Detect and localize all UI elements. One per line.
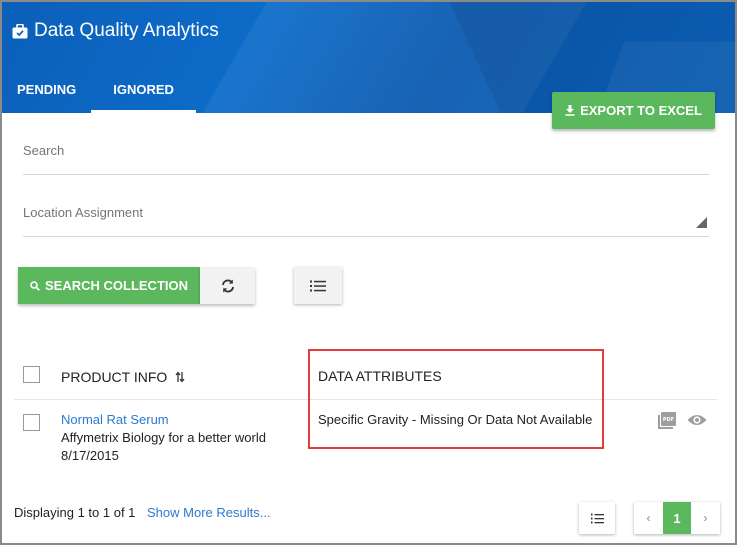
briefcase-icon [12, 23, 28, 39]
numbered-list-icon [590, 513, 604, 523]
product-name-link[interactable]: Normal Rat Serum [61, 412, 169, 427]
search-collection-label: SEARCH COLLECTION [45, 278, 188, 293]
refresh-button[interactable] [200, 267, 255, 304]
product-date: 8/17/2015 [61, 448, 119, 463]
product-info-header-label: PRODUCT INFO [61, 369, 168, 385]
list-icon [310, 280, 326, 291]
search-input[interactable]: Search [23, 142, 709, 175]
location-label: Location Assignment [23, 205, 143, 220]
column-header-product-info[interactable]: PRODUCT INFO [61, 369, 185, 386]
row-checkbox[interactable] [23, 414, 40, 431]
page-size-button[interactable] [579, 502, 615, 534]
show-more-results-link[interactable]: Show More Results... [147, 505, 271, 520]
next-page-button[interactable]: › [691, 502, 720, 534]
pdf-icon[interactable]: PDF [658, 412, 676, 434]
search-collection-button[interactable]: SEARCH COLLECTION [18, 267, 200, 304]
results-count: Displaying 1 to 1 of 1 [14, 505, 136, 520]
tab-pending[interactable]: PENDING [2, 75, 91, 113]
app-title: Data Quality Analytics [34, 20, 219, 41]
highlight-box [308, 349, 604, 449]
sort-icon[interactable] [175, 370, 185, 386]
list-view-button[interactable] [294, 267, 342, 304]
download-icon [565, 105, 575, 116]
location-assignment-select[interactable]: Location Assignment [23, 204, 709, 237]
eye-icon[interactable] [687, 413, 707, 432]
export-to-excel-button[interactable]: EXPORT TO EXCEL [552, 92, 715, 129]
tab-ignored[interactable]: IGNORED [91, 75, 196, 113]
export-label: EXPORT TO EXCEL [580, 103, 702, 118]
refresh-icon [221, 279, 234, 292]
current-page-button[interactable]: 1 [663, 502, 691, 534]
select-all-checkbox[interactable] [23, 366, 40, 383]
search-icon [30, 280, 40, 291]
svg-text:PDF: PDF [663, 417, 674, 423]
pagination: ‹ 1 › [634, 502, 720, 534]
search-label: Search [23, 143, 65, 158]
dropdown-corner-icon [696, 217, 707, 228]
tab-bar: PENDING IGNORED [2, 75, 196, 113]
app-title-row: Data Quality Analytics [12, 20, 219, 42]
prev-page-button[interactable]: ‹ [634, 502, 663, 534]
product-vendor: Affymetrix Biology for a better world [61, 430, 266, 445]
app-window: Data Quality Analytics PENDING IGNORED E… [0, 0, 737, 545]
